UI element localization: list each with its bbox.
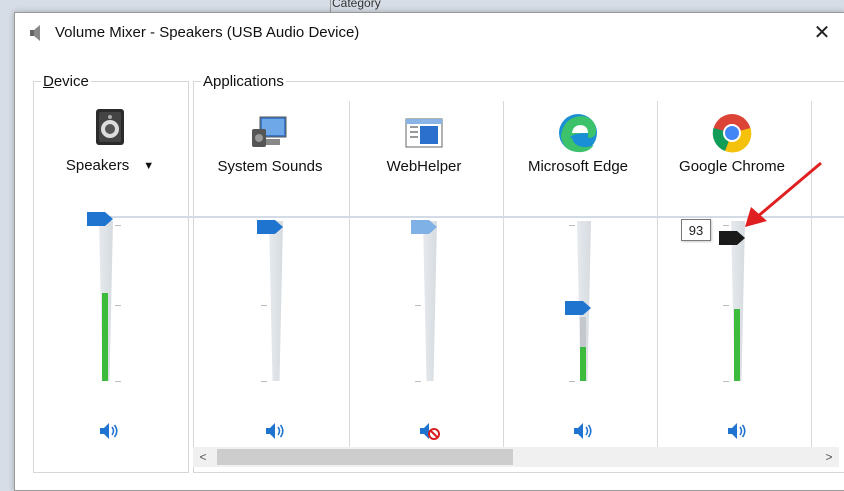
chevron-down-icon: ▼ xyxy=(143,160,155,173)
microsoft-edge-icon xyxy=(556,111,600,155)
device-group-label: Device xyxy=(41,73,91,90)
device-volume-thumb[interactable] xyxy=(87,212,113,226)
webhelper-icon xyxy=(402,111,446,155)
webhelper-muted-button[interactable] xyxy=(419,421,441,441)
app-column-google-chrome: Google Chrome xyxy=(657,101,807,451)
google-chrome-mute-button[interactable] xyxy=(727,421,749,441)
title-bar[interactable]: Volume Mixer - Speakers (USB Audio Devic… xyxy=(15,13,844,53)
app-column-microsoft-edge: Microsoft Edge xyxy=(503,101,653,451)
system-sounds-volume-slider[interactable] xyxy=(257,220,291,391)
speaker-title-icon xyxy=(29,24,43,42)
system-sounds-mute-button[interactable] xyxy=(265,421,287,441)
scrollbar-thumb[interactable] xyxy=(217,449,513,465)
microsoft-edge-volume-slider[interactable] xyxy=(565,221,599,391)
google-chrome-icon xyxy=(710,111,754,155)
scroll-right-arrow-icon[interactable]: > xyxy=(819,447,839,467)
device-mute-button[interactable] xyxy=(99,421,121,441)
scroll-left-arrow-icon[interactable]: < xyxy=(193,447,213,467)
microsoft-edge-peak-meter xyxy=(580,347,586,381)
app-column-system-sounds: System Sounds xyxy=(195,101,345,451)
google-chrome-peak-meter xyxy=(734,309,740,381)
google-chrome-volume-thumb[interactable] xyxy=(719,231,745,245)
microsoft-edge-peak-gray xyxy=(580,317,586,347)
volume-tooltip: 93 xyxy=(681,219,711,241)
microsoft-edge-volume-thumb[interactable] xyxy=(565,301,591,315)
app-name-system-sounds: System Sounds xyxy=(217,158,323,175)
close-icon: ✕ xyxy=(813,21,831,44)
system-sounds-icon xyxy=(248,111,292,155)
google-chrome-volume-slider[interactable] xyxy=(719,221,753,391)
red-arrow-annotation xyxy=(745,161,822,227)
column-separator xyxy=(811,101,812,449)
webhelper-volume-slider[interactable] xyxy=(411,220,445,391)
speaker-device-icon xyxy=(88,107,132,151)
horizontal-scrollbar[interactable]: < > xyxy=(193,447,839,467)
app-name-microsoft-edge: Microsoft Edge xyxy=(527,158,629,175)
applications-group-label: Applications xyxy=(201,73,286,90)
device-selector[interactable]: Speakers ▼ xyxy=(35,157,185,174)
device-column: Speakers ▼ xyxy=(35,101,185,451)
volume-mixer-window: Volume Mixer - Speakers (USB Audio Devic… xyxy=(14,12,844,491)
webhelper-volume-thumb[interactable] xyxy=(411,220,437,234)
app-name-webhelper: WebHelper xyxy=(386,158,462,175)
close-button[interactable]: ✕ xyxy=(799,13,844,51)
background-category-label: Category xyxy=(332,0,381,10)
system-sounds-volume-thumb[interactable] xyxy=(257,220,283,234)
microsoft-edge-mute-button[interactable] xyxy=(573,421,595,441)
window-title: Volume Mixer - Speakers (USB Audio Devic… xyxy=(55,24,360,41)
device-volume-slider[interactable] xyxy=(87,212,121,391)
device-peak-meter xyxy=(102,293,108,381)
app-column-webhelper: WebHelper xyxy=(349,101,499,451)
